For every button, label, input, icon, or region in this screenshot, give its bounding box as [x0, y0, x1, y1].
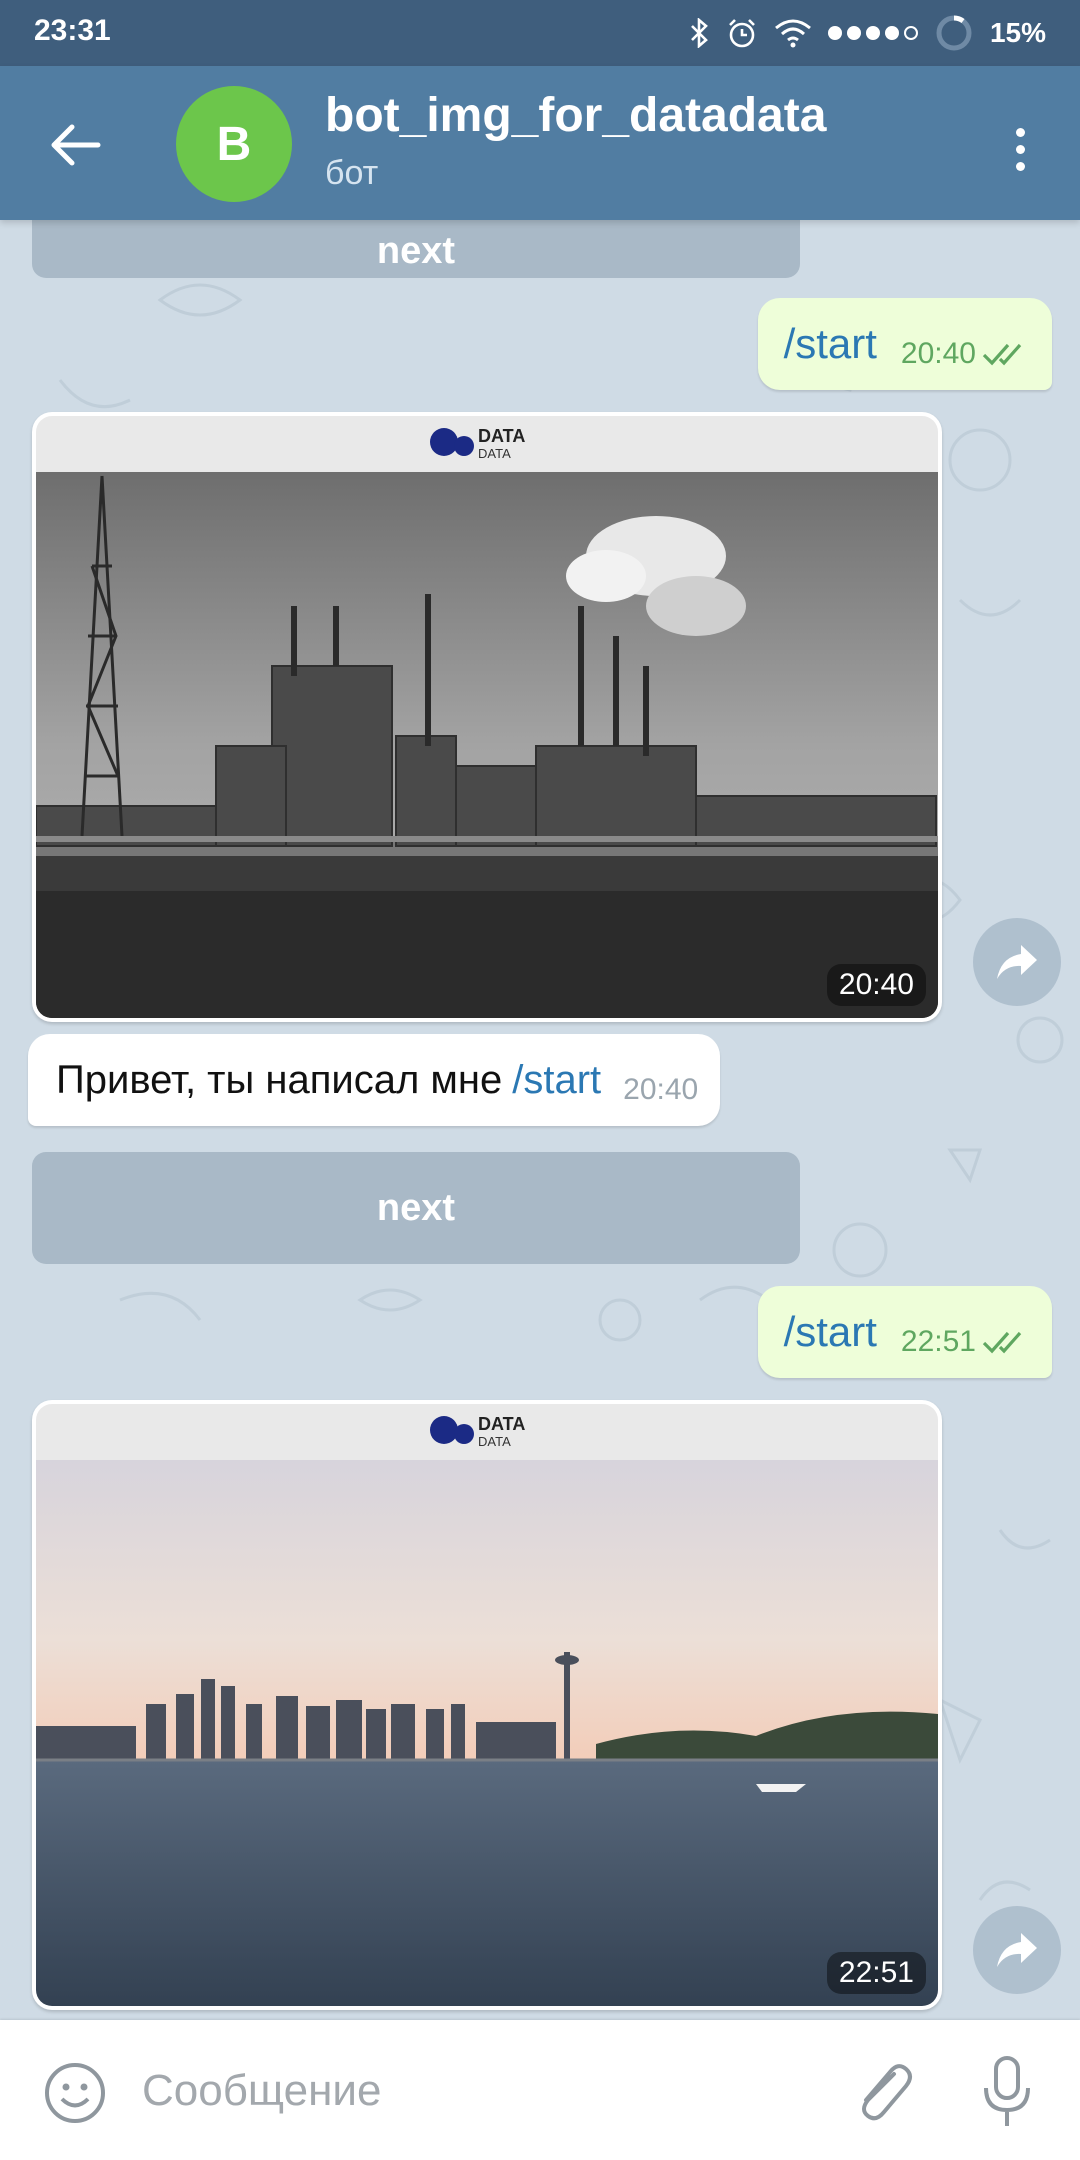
chat-subtitle: бот	[325, 154, 379, 192]
message-text: Привет, ты написал мне	[56, 1057, 503, 1102]
share-button[interactable]	[973, 1906, 1061, 1994]
inline-button-label: next	[376, 229, 456, 272]
photo-city-skyline[interactable]: DATA DATA	[36, 1404, 938, 2006]
wifi-icon	[775, 19, 811, 48]
battery-icon	[936, 15, 972, 51]
chat-header: B bot_img_for_datadata бот	[0, 66, 1080, 220]
photo-message[interactable]: DATA DATA 22:51	[32, 1400, 942, 2010]
chat-history[interactable]: next /start 20:40 DATA DATA 20:40 Привет…	[0, 220, 1080, 2020]
photo-industrial-plant[interactable]: DATA DATA	[36, 416, 938, 1018]
photo-time: 20:40	[826, 964, 926, 1006]
message-time: 22:51	[900, 1325, 976, 1358]
chat-title[interactable]: bot_img_for_datadata	[325, 88, 826, 143]
message-meta: 22:51	[901, 1325, 1028, 1359]
svg-text:DATA: DATA	[478, 1414, 525, 1434]
avatar[interactable]: B	[176, 86, 292, 202]
message-text: /start	[783, 1308, 877, 1355]
outgoing-message[interactable]: /start 20:40	[757, 298, 1052, 390]
double-check-icon	[982, 343, 1022, 366]
svg-text:DATA: DATA	[478, 446, 511, 461]
status-bar: 23:31 15%	[0, 0, 1080, 66]
signal-icon	[827, 26, 918, 40]
command-link[interactable]: /start	[512, 1058, 601, 1103]
microphone-icon[interactable]	[972, 2052, 1042, 2132]
bluetooth-icon	[691, 18, 708, 48]
share-button[interactable]	[973, 918, 1061, 1006]
message-time: 20:40	[900, 337, 976, 370]
alarm-icon	[729, 19, 755, 48]
message-meta: 20:40	[901, 337, 1028, 371]
svg-text:DATA: DATA	[478, 1434, 511, 1449]
photo-message[interactable]: DATA DATA 20:40	[32, 412, 942, 1022]
share-arrow-icon	[997, 1933, 1037, 1967]
message-text: /start	[783, 320, 877, 367]
status-time: 23:31	[34, 14, 111, 47]
more-menu-icon[interactable]	[1000, 114, 1040, 184]
message-input-bar	[0, 2020, 1080, 2160]
emoji-icon[interactable]	[42, 2060, 108, 2126]
double-check-icon	[982, 1331, 1022, 1354]
svg-text:DATA: DATA	[478, 426, 525, 446]
outgoing-message[interactable]: /start 22:51	[757, 1286, 1052, 1378]
battery-level: 15%	[989, 17, 1046, 48]
inline-button-next[interactable]: next	[32, 1152, 800, 1264]
attach-paperclip-icon[interactable]	[848, 2056, 918, 2126]
back-arrow-icon[interactable]	[40, 110, 110, 180]
message-input[interactable]	[140, 2048, 804, 2134]
inline-button-next-top[interactable]: next	[32, 220, 800, 278]
message-time: 20:40	[623, 1073, 699, 1106]
inline-button-label: next	[376, 1186, 456, 1229]
photo-time: 22:51	[826, 1952, 926, 1994]
share-arrow-icon	[997, 945, 1037, 979]
incoming-message[interactable]: Привет, ты написал мне /start 20:40	[28, 1034, 721, 1126]
status-icons: 15%	[688, 10, 1046, 56]
